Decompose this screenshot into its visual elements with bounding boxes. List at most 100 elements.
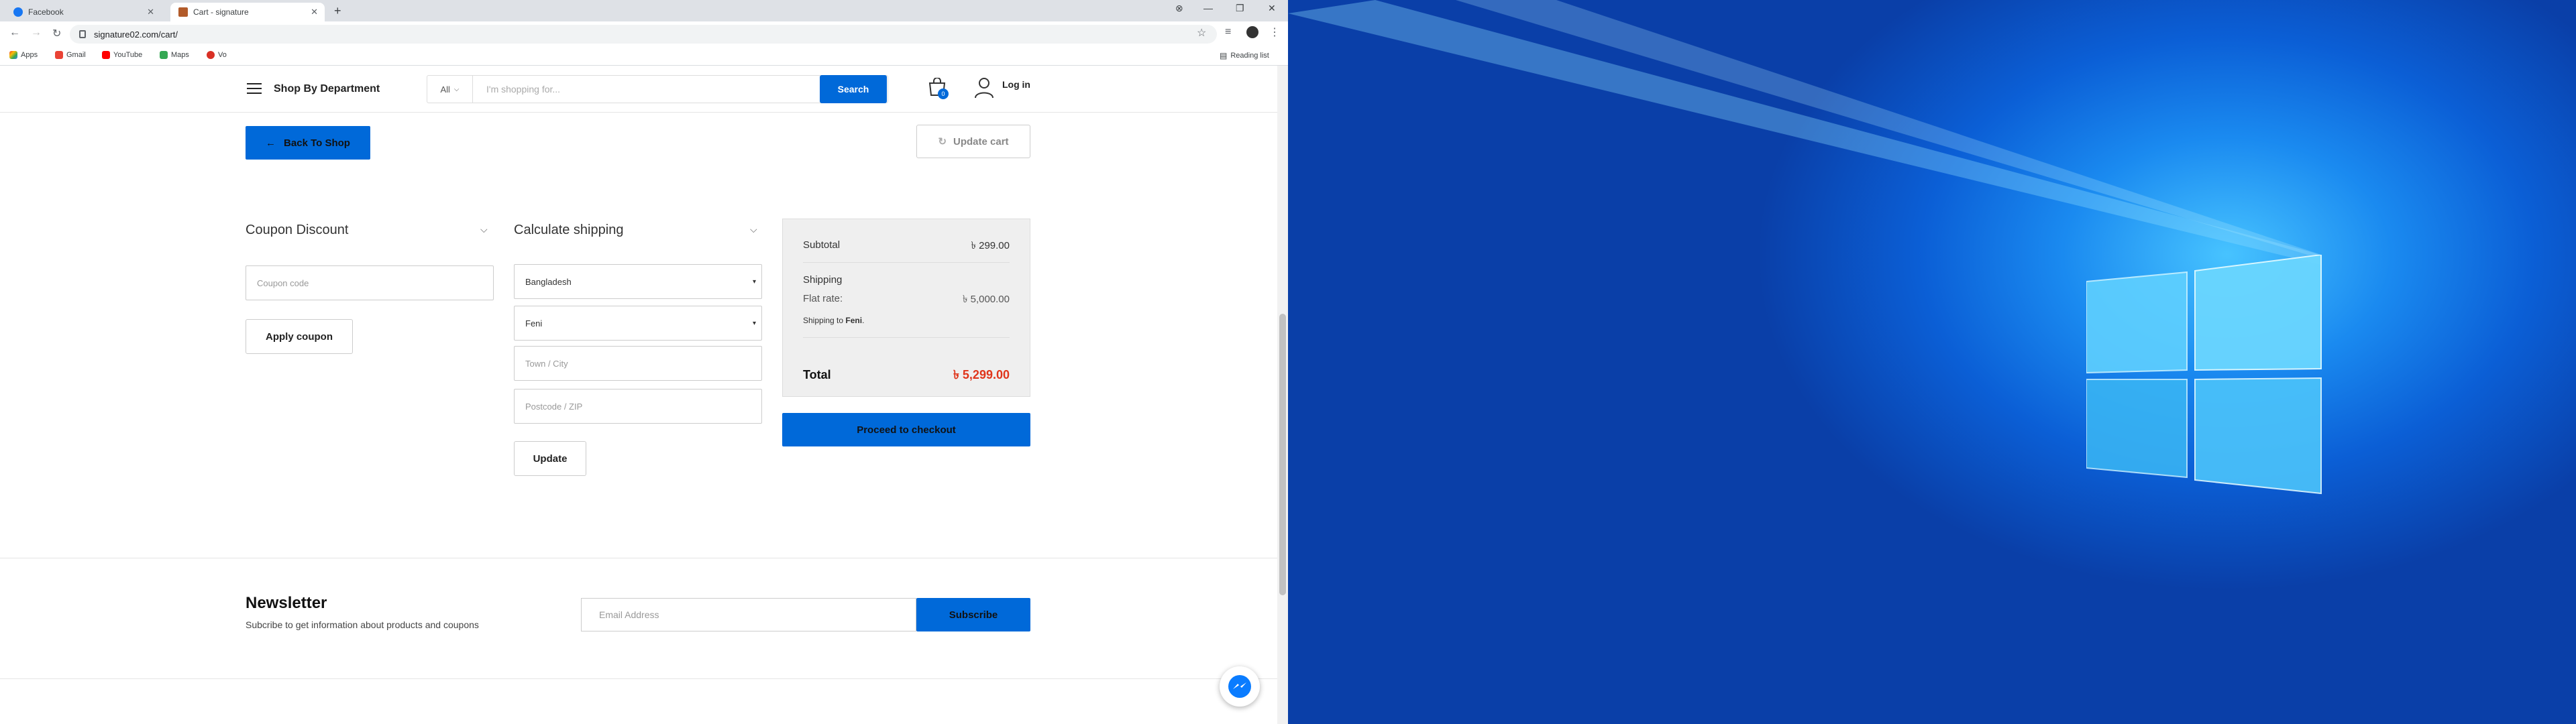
- bookmark-gmail[interactable]: Gmail: [55, 51, 86, 59]
- bookmark-label: Vo: [218, 51, 227, 59]
- update-shipping-button[interactable]: Update: [514, 441, 586, 476]
- bookmark-vo[interactable]: Vo: [207, 51, 227, 59]
- arrow-left-icon: ←: [266, 137, 276, 149]
- new-tab-icon[interactable]: +: [334, 4, 341, 18]
- cart-totals: Subtotal ৳ 299.00 Shipping Flat rate: ৳ …: [782, 219, 1030, 397]
- site-header: Shop By Department All ⌵ I'm shopping for…: [0, 66, 1277, 113]
- windows-logo-icon: [2086, 255, 2322, 495]
- refresh-icon: ↻: [938, 136, 947, 147]
- youtube-icon: [102, 51, 110, 59]
- browser-window: Facebook ✕ Cart - signature ✕ + ⊗ — ❐ ✕ …: [0, 0, 1288, 724]
- shipping-to-prefix: Shipping to: [803, 316, 844, 325]
- back-to-shop-button[interactable]: ← Back To Shop: [246, 126, 370, 160]
- user-icon[interactable]: [974, 76, 994, 99]
- district-value: Feni: [525, 318, 543, 328]
- gmail-icon: [55, 51, 63, 59]
- newsletter-email-input[interactable]: Email Address: [581, 598, 916, 631]
- coupon-title[interactable]: Coupon Discount: [246, 223, 348, 238]
- windows-desktop: [1288, 0, 2576, 724]
- total-value: ৳ 5,299.00: [953, 368, 1010, 381]
- newsletter-title: Newsletter: [246, 594, 327, 612]
- bookmark-label: Maps: [171, 51, 189, 59]
- country-value: Bangladesh: [525, 276, 572, 287]
- bookmarks-bar: Apps Gmail YouTube Maps Vo ▤ Reading lis…: [0, 47, 1288, 66]
- chevron-down-icon[interactable]: ⌵: [480, 224, 488, 235]
- maximize-icon[interactable]: ❐: [1236, 3, 1244, 14]
- bookmark-label: Gmail: [66, 51, 86, 59]
- bookmark-apps[interactable]: Apps: [9, 51, 38, 59]
- shipping-to-place: Feni: [845, 316, 863, 325]
- divider: [803, 337, 1010, 338]
- update-cart-label: Update cart: [953, 135, 1009, 147]
- cart-count-badge: 0: [938, 88, 949, 99]
- search-button[interactable]: Search: [820, 75, 887, 103]
- profile-avatar[interactable]: [1246, 26, 1258, 38]
- tab-search-icon[interactable]: ⊗: [1175, 3, 1183, 14]
- subtotal-label: Subtotal: [803, 239, 841, 251]
- chevron-down-icon[interactable]: ⌵: [750, 224, 757, 235]
- flat-rate-label: Flat rate:: [803, 293, 843, 304]
- shipping-destination: Shipping to Feni.: [803, 316, 865, 325]
- bookmark-maps[interactable]: Maps: [160, 51, 189, 59]
- close-icon[interactable]: ✕: [311, 7, 318, 17]
- search-category-select[interactable]: All ⌵: [427, 76, 473, 103]
- address-bar-row: ← → ↻ signature02.com/cart/ ☆ ≡ ⋮: [0, 21, 1288, 47]
- light-beams: [1288, 0, 2321, 265]
- country-select[interactable]: Bangladesh ▾: [514, 264, 762, 299]
- city-input[interactable]: Town / City: [514, 346, 762, 381]
- reading-list-icon: ▤: [1220, 51, 1228, 60]
- vo-icon: [207, 51, 215, 59]
- minimize-icon[interactable]: —: [1203, 3, 1213, 13]
- reading-list-label: Reading list: [1230, 52, 1269, 60]
- update-cart-button[interactable]: ↻ Update cart: [916, 125, 1030, 158]
- bookmark-youtube[interactable]: YouTube: [102, 51, 142, 59]
- star-icon[interactable]: ☆: [1197, 26, 1206, 40]
- close-icon[interactable]: ✕: [147, 7, 154, 17]
- url-field[interactable]: signature02.com/cart/: [70, 25, 1217, 44]
- divider: [803, 262, 1010, 263]
- shop-by-department[interactable]: Shop By Department: [274, 83, 380, 95]
- apply-coupon-button[interactable]: Apply coupon: [246, 319, 353, 354]
- section-divider: [0, 678, 1277, 679]
- lock-icon: [79, 30, 86, 38]
- tab-bar: Facebook ✕ Cart - signature ✕ + ⊗ — ❐ ✕: [0, 0, 1288, 21]
- newsletter-subtitle: Subcribe to get information about produc…: [246, 619, 479, 630]
- apps-grid-icon: [9, 51, 17, 59]
- postcode-input[interactable]: Postcode / ZIP: [514, 389, 762, 424]
- category-label: All: [440, 84, 450, 95]
- back-icon[interactable]: ←: [9, 27, 20, 39]
- district-select[interactable]: Feni ▾: [514, 306, 762, 341]
- scrollbar-thumb[interactable]: [1279, 314, 1286, 595]
- menu-icon[interactable]: ⋮: [1269, 25, 1280, 39]
- tab-title: Cart - signature: [193, 7, 249, 17]
- total-label: Total: [803, 368, 831, 381]
- media-icon[interactable]: ≡: [1225, 26, 1231, 38]
- subscribe-button[interactable]: Subscribe: [916, 598, 1030, 631]
- tab-facebook[interactable]: Facebook ✕: [5, 3, 161, 21]
- shipping-label: Shipping: [803, 274, 843, 286]
- forward-icon[interactable]: →: [31, 27, 42, 39]
- messenger-icon: [1228, 675, 1251, 698]
- dropdown-arrow-icon: ▾: [752, 278, 756, 286]
- tab-cart[interactable]: Cart - signature ✕: [170, 3, 325, 21]
- coupon-code-input[interactable]: Coupon code: [246, 265, 494, 300]
- bookmark-label: Apps: [21, 51, 38, 59]
- subtotal-value: ৳ 299.00: [971, 240, 1010, 251]
- hamburger-icon[interactable]: [247, 83, 262, 94]
- shipping-title[interactable]: Calculate shipping: [514, 223, 623, 238]
- tab-title: Facebook: [28, 7, 64, 17]
- back-label: Back To Shop: [284, 137, 350, 149]
- site-favicon: [178, 7, 188, 17]
- login-link[interactable]: Log in: [1002, 79, 1030, 90]
- chevron-down-icon: ⌵: [453, 85, 460, 93]
- messenger-chat-button[interactable]: [1220, 666, 1260, 707]
- facebook-icon: [13, 7, 23, 17]
- search-box: All ⌵ I'm shopping for...: [427, 75, 888, 103]
- close-window-icon[interactable]: ✕: [1268, 3, 1276, 14]
- reading-list[interactable]: ▤ Reading list: [1220, 51, 1269, 60]
- page-scrollbar[interactable]: [1277, 66, 1288, 724]
- page-viewport: Shop By Department All ⌵ I'm shopping for…: [0, 66, 1277, 724]
- flat-rate-value: ৳ 5,000.00: [962, 294, 1010, 305]
- reload-icon[interactable]: ↻: [52, 27, 61, 40]
- proceed-to-checkout-button[interactable]: Proceed to checkout: [782, 413, 1030, 446]
